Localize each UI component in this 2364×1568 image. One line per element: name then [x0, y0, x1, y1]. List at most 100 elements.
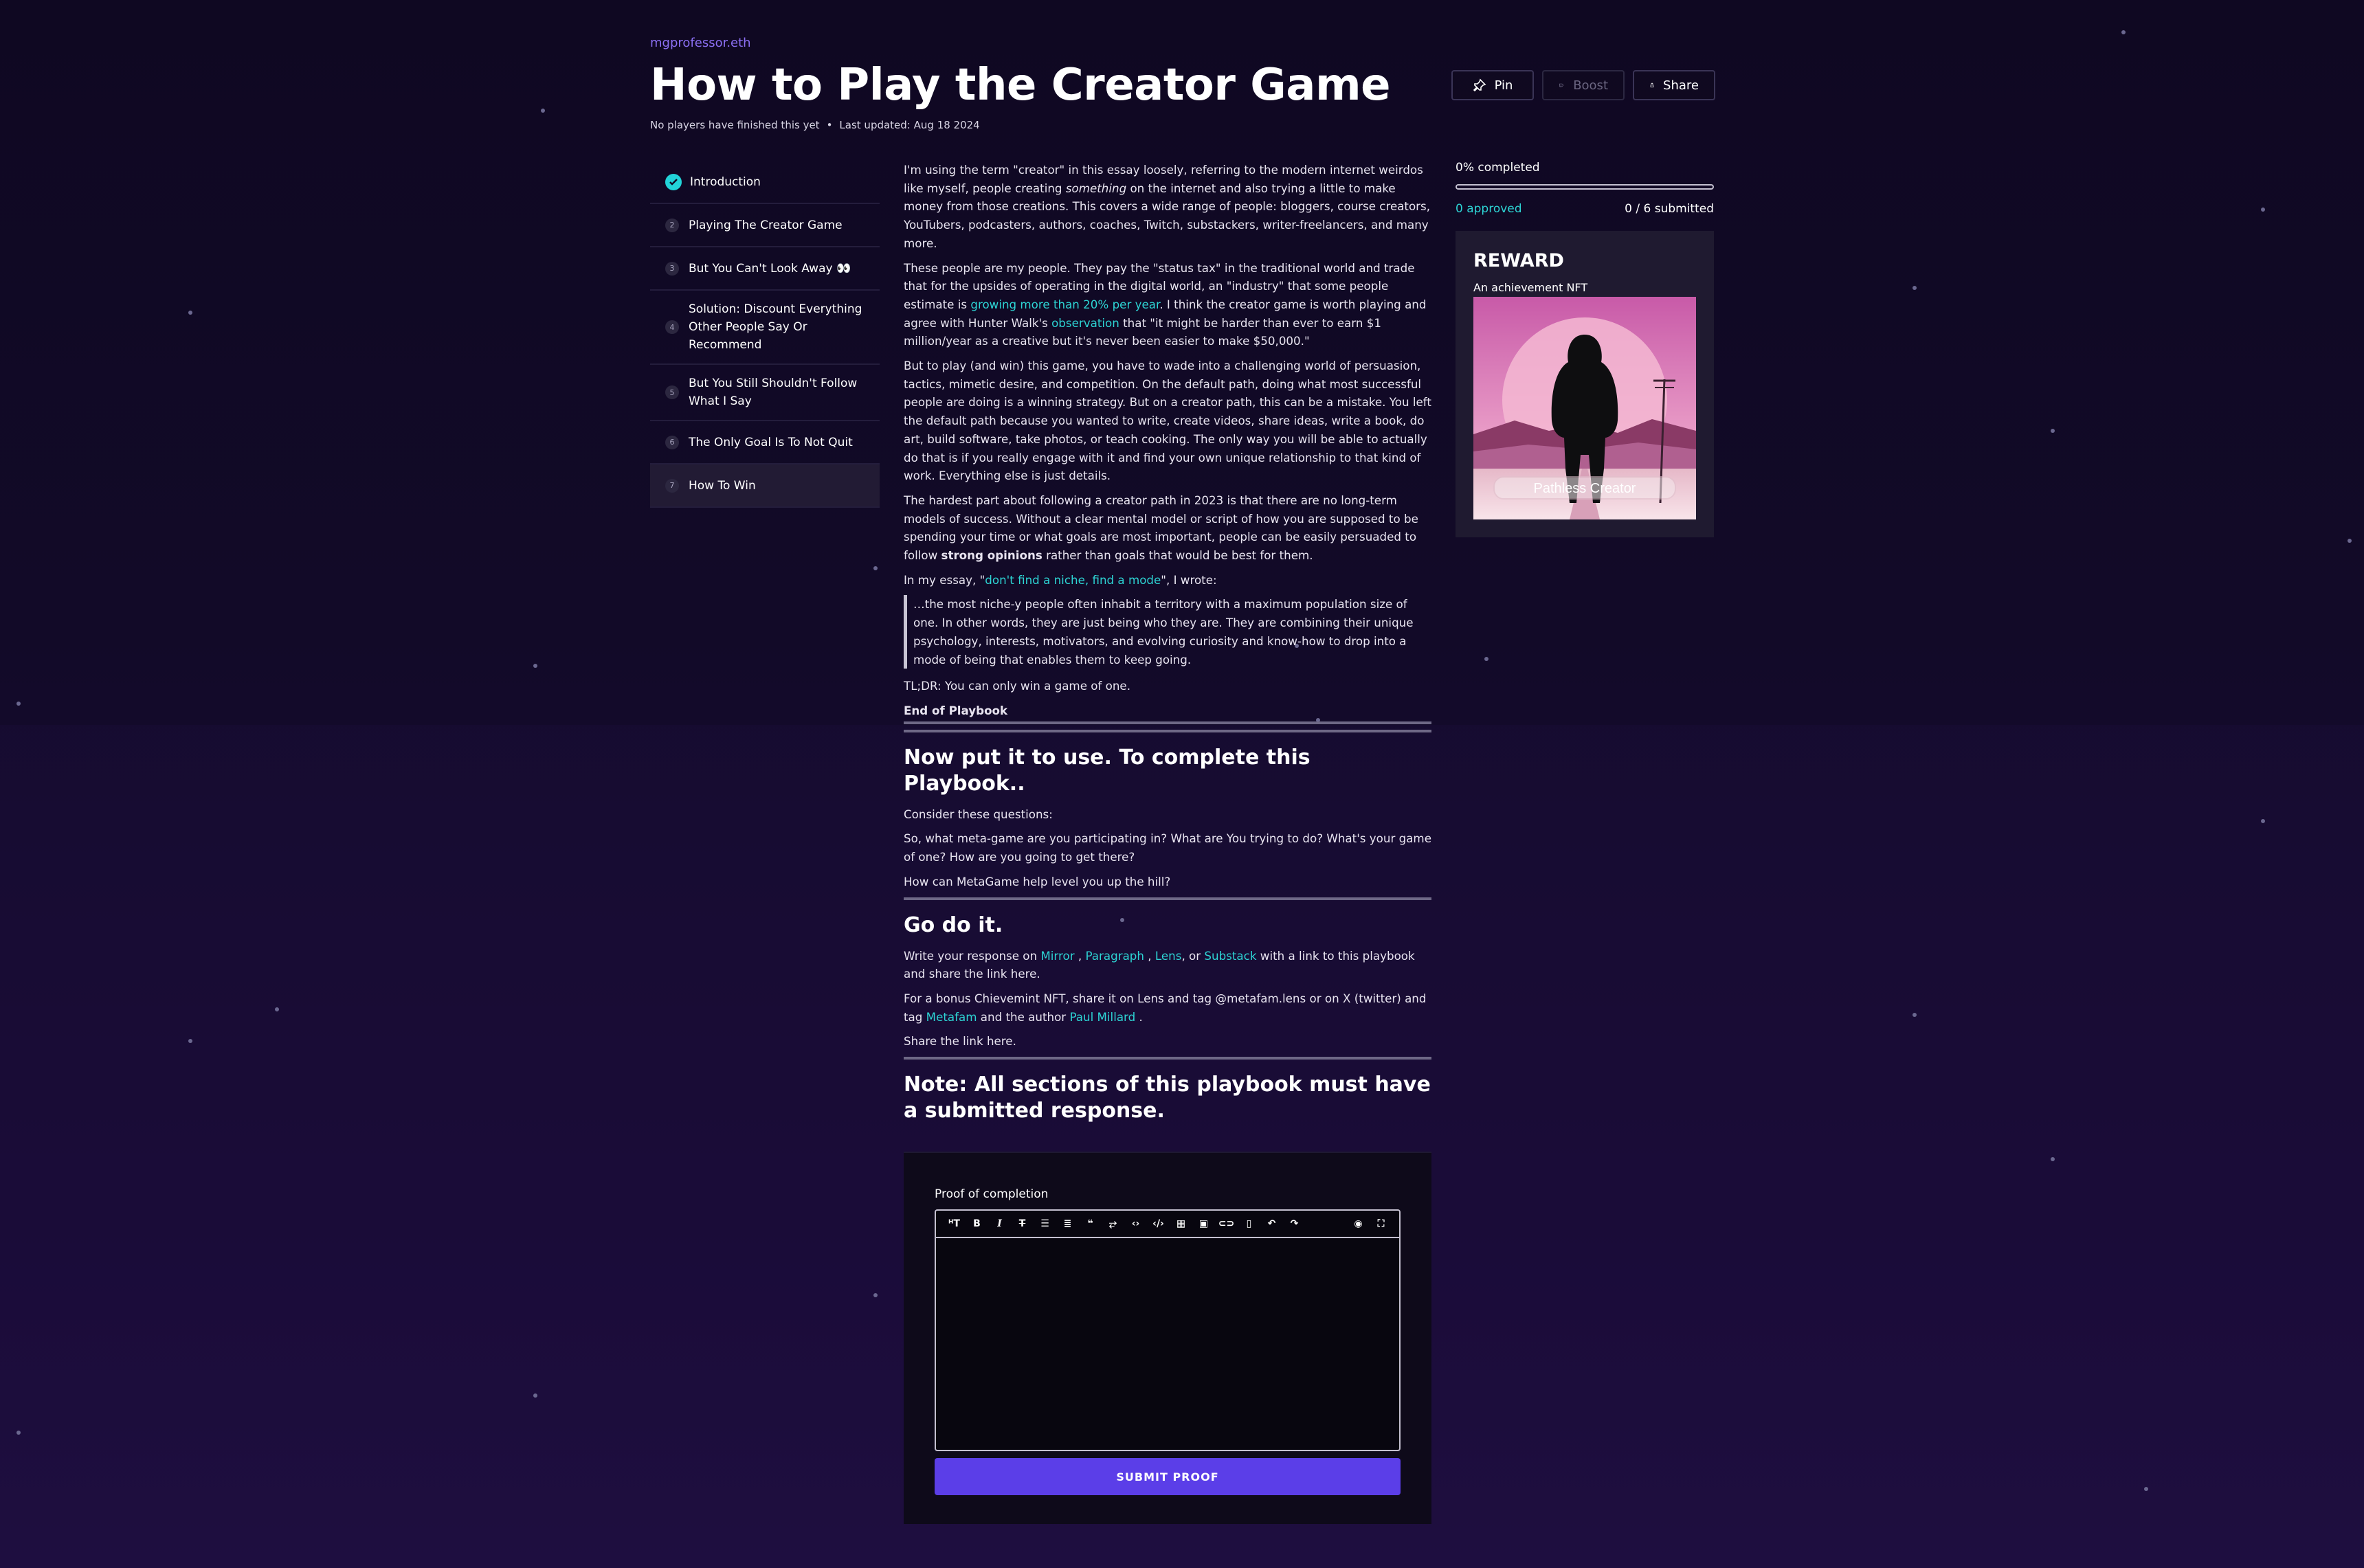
star	[2121, 30, 2126, 34]
toc-label: How To Win	[689, 478, 756, 493]
star	[2261, 819, 2265, 823]
heading-icon[interactable]: ᴴT	[943, 1213, 966, 1234]
paragraph: Write your response on Mirror , Paragrap…	[904, 948, 1415, 981]
star	[275, 1007, 279, 1011]
divider	[904, 897, 1431, 900]
completion-label: 0% completed	[1456, 161, 1540, 175]
nft-label: Pathless Creator	[1534, 481, 1636, 496]
star	[16, 702, 21, 706]
star	[541, 109, 545, 113]
paragraph: The hardest part about following a creat…	[904, 493, 1418, 563]
bullet-list-icon[interactable]: ☰	[1034, 1213, 1056, 1234]
reward-subtitle: An achievement NFT	[1473, 281, 1588, 294]
redo-icon[interactable]: ↷	[1283, 1213, 1306, 1234]
share-button[interactable]: Share	[1633, 70, 1715, 100]
check-circle-icon	[665, 173, 682, 190]
lens-link[interactable]: Lens	[1155, 949, 1182, 963]
question: How can MetaGame help level you up the h…	[904, 874, 1171, 888]
toc-number: 3	[665, 261, 679, 276]
divider	[904, 1057, 1431, 1060]
toc-label: The Only Goal Is To Not Quit	[689, 435, 853, 449]
star	[533, 1393, 537, 1398]
approved-count: 0 approved	[1456, 202, 1522, 216]
preview-icon[interactable]: ◉	[1347, 1213, 1370, 1234]
paragraph: For a bonus Chievemint NFT, share it on …	[904, 991, 1427, 1024]
paragraph: Consider these questions:	[904, 807, 1053, 821]
boost-label: Boost	[1573, 78, 1608, 93]
paragraph: But to play (and win) this game, you hav…	[904, 359, 1431, 483]
meta-separator: •	[826, 119, 833, 131]
section-content: I'm using the term "creator" in this ess…	[904, 161, 1431, 1124]
toc-item-discount-everything[interactable]: 4 Solution: Discount Everything Other Pe…	[650, 291, 880, 365]
paragraph: These people are my people. They pay the…	[904, 260, 1427, 348]
paragraph: Share the link here.	[904, 1034, 1016, 1049]
go-do-it-heading: Go do it.	[904, 912, 1003, 937]
star	[1913, 286, 1917, 290]
pin-icon	[1473, 78, 1486, 92]
toc-item-introduction[interactable]: Introduction	[650, 161, 880, 204]
clipboard-icon[interactable]: ▯	[1238, 1213, 1260, 1234]
submit-proof-button[interactable]: SUBMIT PROOF	[935, 1458, 1401, 1495]
metafam-link[interactable]: Metafam	[926, 1010, 977, 1024]
put-to-use-heading: Now put it to use. To complete this Play…	[904, 745, 1311, 796]
author-paul-link[interactable]: Paul Millard	[1069, 1010, 1135, 1024]
paragraph: In my essay, "don't find a niche, find a…	[904, 572, 1217, 587]
share-icon	[1650, 82, 1654, 88]
strikethrough-icon[interactable]: T	[1011, 1213, 1034, 1234]
toc-item-playing-the-creator-game[interactable]: 2 Playing The Creator Game	[650, 204, 880, 247]
paragraph-link[interactable]: Paragraph	[1085, 949, 1144, 963]
pin-label: Pin	[1494, 78, 1513, 93]
undo-icon[interactable]: ↶	[1260, 1213, 1283, 1234]
boost-button[interactable]: Boost	[1542, 70, 1625, 100]
end-of-playbook: End of Playbook	[904, 703, 1008, 717]
star	[188, 311, 192, 315]
wrap-icon[interactable]: ⥂	[1102, 1213, 1124, 1234]
observation-link[interactable]: observation	[1051, 316, 1119, 330]
substack-link[interactable]: Substack	[1204, 949, 1256, 963]
mirror-link[interactable]: Mirror	[1040, 949, 1074, 963]
tldr: TL;DR: You can only win a game of one.	[904, 679, 1131, 693]
toc-number: 6	[665, 435, 679, 449]
italic-icon[interactable]: I	[988, 1213, 1011, 1234]
bold-icon[interactable]: B	[966, 1213, 988, 1234]
header-actions: Pin Boost Share	[1451, 70, 1715, 100]
toc-item-how-to-win[interactable]: 7 How To Win	[650, 464, 880, 508]
reward-title: REWARD	[1473, 250, 1564, 271]
toc-item-only-goal[interactable]: 6 The Only Goal Is To Not Quit	[650, 421, 880, 464]
star	[2144, 1487, 2148, 1491]
progress-stats: 0 approved 0 / 6 submitted	[1456, 202, 1714, 216]
image-icon[interactable]: ▣	[1192, 1213, 1215, 1234]
link-icon[interactable]: ⊂⊃	[1215, 1213, 1238, 1234]
proof-form: Proof of completion ᴴT B I T ☰ ≣ ❝ ⥂ ‹› …	[904, 1152, 1431, 1524]
last-updated: Last updated: Aug 18 2024	[839, 119, 980, 131]
pin-button[interactable]: Pin	[1451, 70, 1534, 100]
code-icon[interactable]: ‹›	[1124, 1213, 1147, 1234]
star	[188, 1039, 192, 1043]
question: So, what meta-game are you participating…	[904, 831, 1431, 864]
author-link[interactable]: mgprofessor.eth	[650, 36, 1715, 50]
toc-item-cant-look-away[interactable]: 3 But You Can't Look Away 👀	[650, 247, 880, 291]
playbook-header: mgprofessor.eth How to Play the Creator …	[650, 36, 1715, 131]
note-heading: Note: All sections of this playbook must…	[904, 1073, 1431, 1123]
code-block-icon[interactable]: ‹/›	[1147, 1213, 1170, 1234]
toc-label: But You Still Shouldn't Follow What I Sa…	[689, 377, 858, 408]
table-icon[interactable]: ▦	[1170, 1213, 1192, 1234]
star	[2261, 208, 2265, 212]
proof-label: Proof of completion	[935, 1187, 1049, 1201]
essay-link[interactable]: don't find a niche, find a mode	[985, 573, 1161, 587]
fullscreen-icon[interactable]: ⛶	[1370, 1213, 1392, 1234]
quote-icon[interactable]: ❝	[1079, 1213, 1102, 1234]
toc-item-shouldnt-follow[interactable]: 5 But You Still Shouldn't Follow What I …	[650, 365, 880, 421]
star	[1484, 657, 1488, 661]
toc-number: 7	[665, 478, 679, 493]
star	[2051, 429, 2055, 433]
toc-label: Solution: Discount Everything Other Peop…	[689, 302, 862, 352]
growth-link[interactable]: growing more than 20% per year	[970, 298, 1159, 311]
nft-image: Pathless Creator	[1473, 297, 1696, 519]
players-note: No players have finished this yet	[650, 119, 820, 131]
editor-textarea[interactable]	[936, 1238, 1399, 1450]
ordered-list-icon[interactable]: ≣	[1056, 1213, 1079, 1234]
markdown-editor: ᴴT B I T ☰ ≣ ❝ ⥂ ‹› ‹/› ▦ ▣ ⊂⊃ ▯ ↶ ↷ ◉ ⛶	[935, 1209, 1401, 1451]
star	[533, 664, 537, 668]
progress-sidebar: 0% completed 0 approved 0 / 6 submitted …	[1456, 161, 1714, 537]
